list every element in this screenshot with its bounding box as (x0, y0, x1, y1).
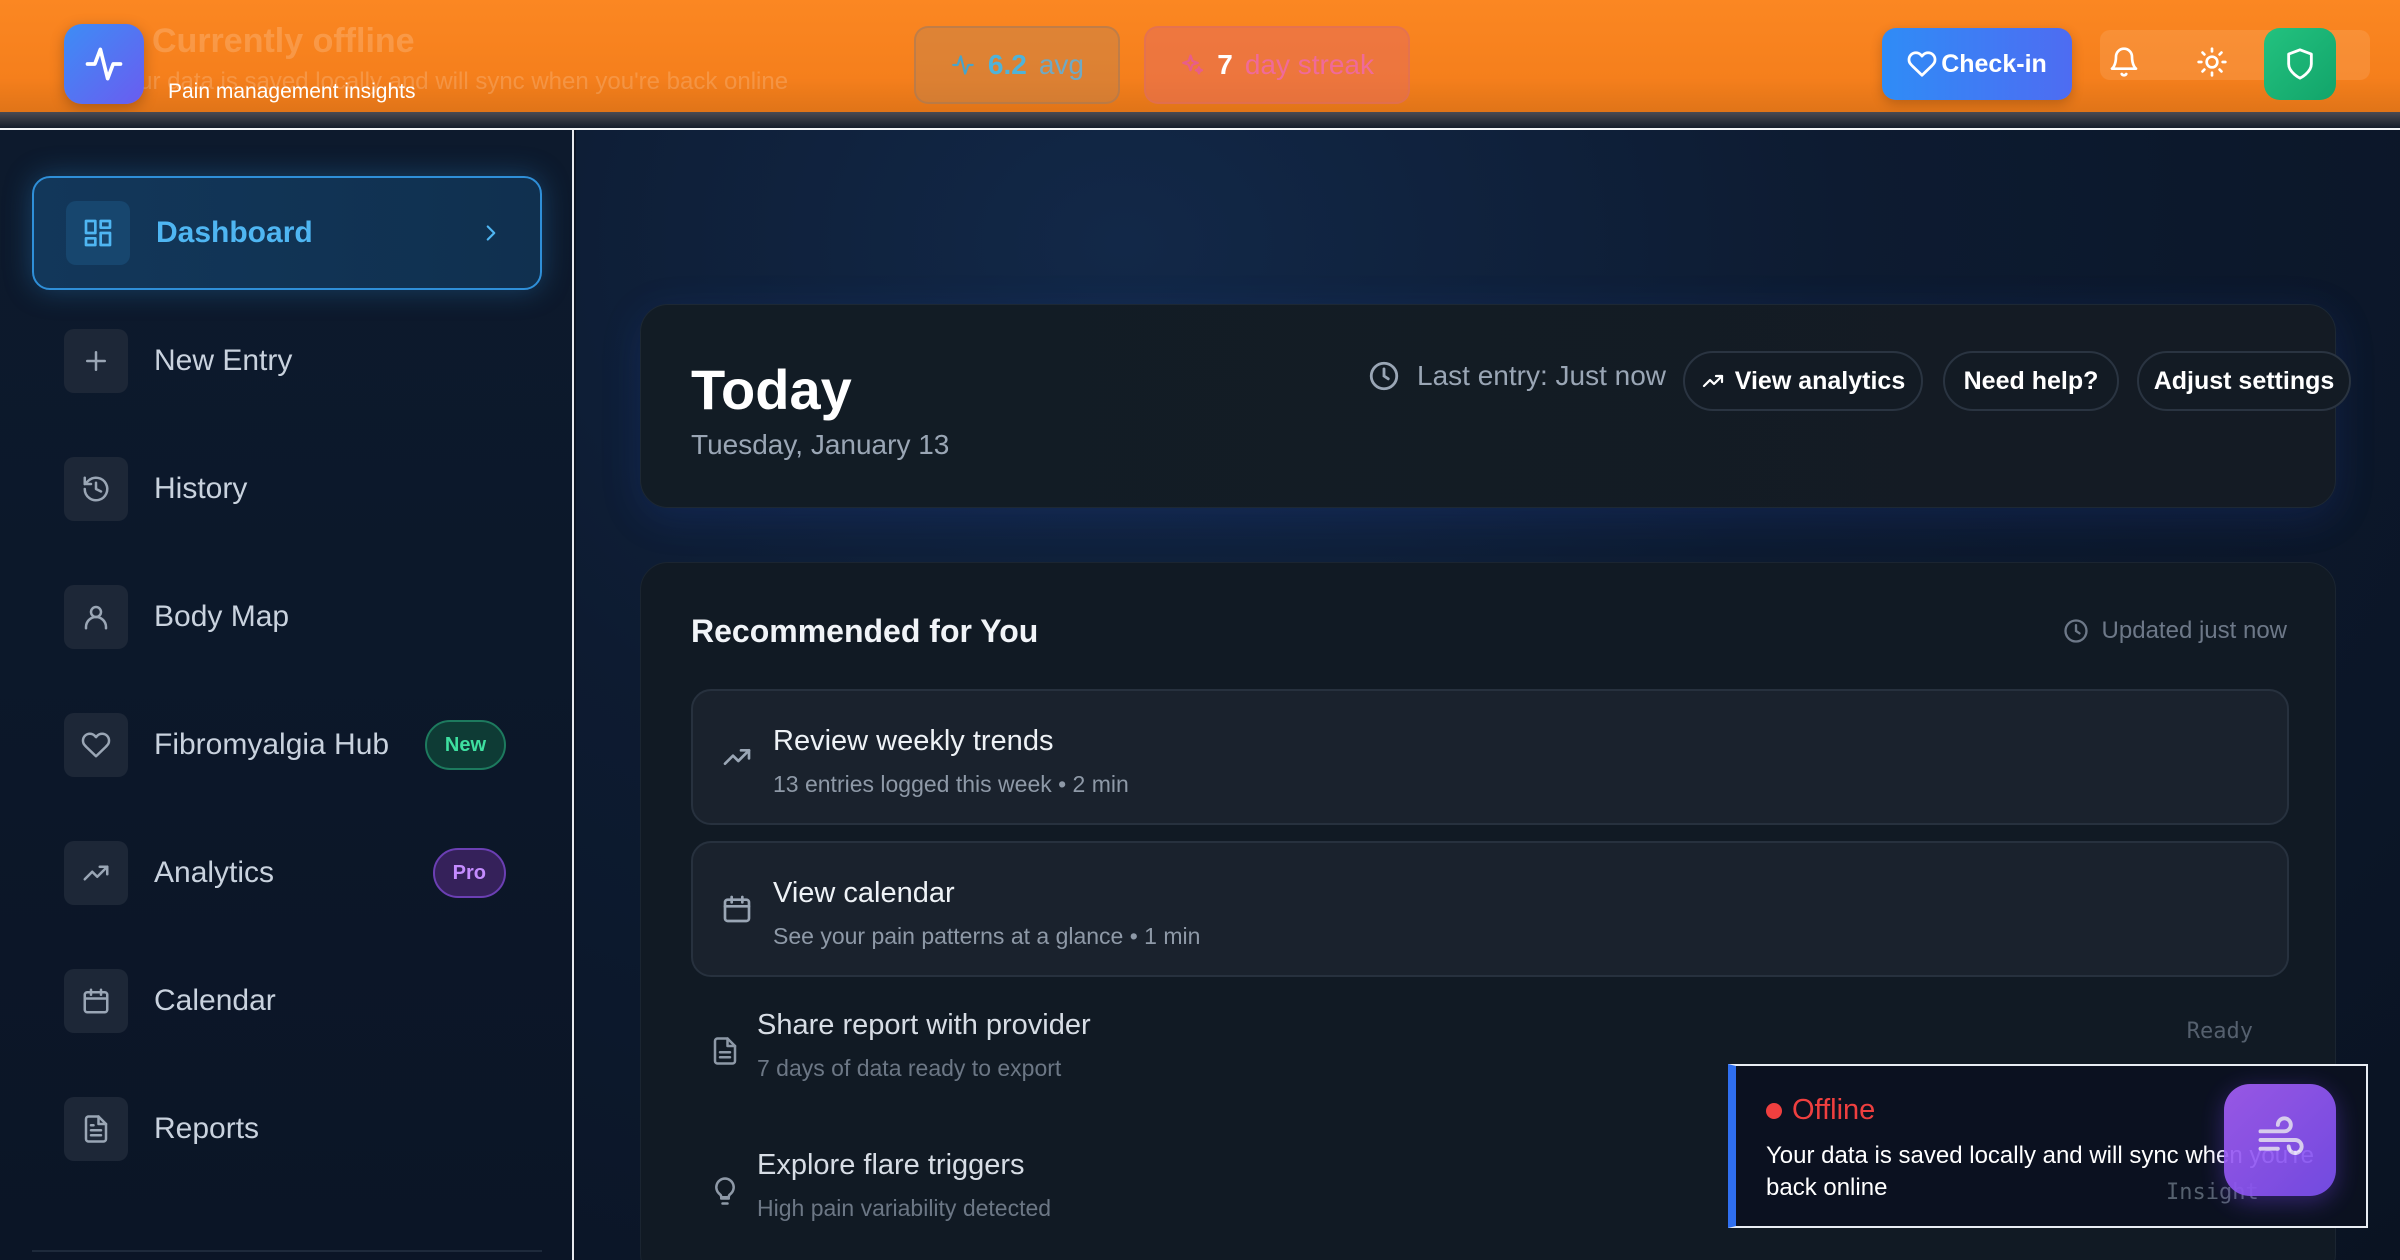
sidebar-item-body-map[interactable]: Body Map (32, 560, 542, 674)
today-date: Tuesday, January 13 (691, 429, 950, 460)
history-icon (83, 476, 109, 502)
clock-icon (1369, 361, 1399, 391)
side-icon-box (66, 201, 130, 265)
last-entry-text: Last entry: Just now (1417, 360, 1667, 391)
file-text-icon (84, 1115, 108, 1143)
app-header: Currently offline Your data is saved loc… (0, 0, 2400, 112)
ghost-banner-title: Currently offline (152, 22, 415, 60)
updated-text: Updated just now (2101, 617, 2287, 644)
sidebar-divider (32, 1250, 542, 1252)
side-icon-box (64, 841, 128, 905)
calendar-icon (83, 988, 109, 1014)
recommendation-title: Review weekly trends (773, 725, 1054, 757)
last-entry-status: Last entry: Just now (1367, 359, 1666, 393)
sidebar-item-label: Analytics (154, 856, 275, 889)
view-analytics-button[interactable]: View analytics (1683, 351, 1923, 411)
sidebar-item-label: Body Map (154, 600, 290, 633)
average-pain-stat[interactable]: 6.2 avg (914, 26, 1120, 104)
offline-dot-icon (1766, 1102, 1782, 1119)
lightbulb-icon (705, 1171, 745, 1211)
plus-icon (86, 351, 106, 371)
streak-stat[interactable]: 7 day streak (1144, 26, 1410, 104)
bell-icon (2110, 47, 2138, 77)
check-in-label: Check-in (1941, 49, 2047, 78)
recommendation-subtitle: See your pain patterns at a glance • 1 m… (773, 923, 1201, 949)
sidebar-item-label: Reports (154, 1112, 260, 1145)
trending-up-icon (1702, 374, 1723, 388)
notifications-button[interactable] (2106, 44, 2142, 80)
toast-title-text: Offline (1792, 1094, 1876, 1126)
today-card: Today Tuesday, January 13 Last entry: Ju… (640, 304, 2351, 508)
sidebar: Dashboard New Entry History Body Map Fib… (0, 130, 574, 1260)
heart-icon (81, 732, 111, 758)
sidebar-item-new-entry[interactable]: New Entry (32, 304, 542, 418)
side-icon-box (64, 457, 128, 521)
need-help-label: Need help? (1963, 366, 2099, 395)
privacy-shield-button[interactable] (2264, 28, 2336, 100)
heart-icon (1907, 51, 1937, 77)
average-label: avg (1038, 49, 1084, 80)
pro-badge: Pro (432, 848, 506, 898)
sidebar-item-history[interactable]: History (32, 432, 542, 546)
sidebar-item-fibromyalgia-hub[interactable]: Fibromyalgia Hub New (32, 688, 542, 802)
new-badge: New (424, 720, 506, 770)
average-value: 6.2 (987, 49, 1027, 80)
trending-up-icon (717, 737, 757, 777)
side-icon-box (64, 969, 128, 1033)
streak-value: 7 (1217, 49, 1233, 80)
recommendation-subtitle: 7 days of data ready to export (757, 1055, 1062, 1081)
page-title: Today (691, 358, 852, 421)
adjust-settings-label: Adjust settings (2153, 366, 2335, 395)
app-logo[interactable] (64, 24, 144, 104)
check-in-button[interactable]: Check-in (1882, 28, 2072, 100)
sidebar-item-label: New Entry (154, 344, 293, 377)
sidebar-item-label: Fibromyalgia Hub (154, 728, 390, 761)
sidebar-item-label: Dashboard (156, 216, 313, 249)
need-help-button[interactable]: Need help? (1943, 351, 2119, 411)
side-icon-box (64, 329, 128, 393)
recommended-title: Recommended for You (691, 613, 1039, 649)
breathing-exercise-button[interactable] (2224, 1084, 2336, 1196)
sidebar-item-analytics[interactable]: Analytics Pro (32, 816, 542, 930)
streak-label: day streak (1244, 49, 1374, 80)
sidebar-item-label: History (154, 472, 248, 505)
recommended-updated: Updated just now (2062, 617, 2287, 645)
file-text-icon (705, 1031, 745, 1071)
trending-up-icon (83, 865, 109, 881)
clock-icon (2063, 619, 2088, 643)
recommendation-title: Explore flare triggers (757, 1149, 1025, 1181)
recommendation-title: Share report with provider (757, 1009, 1091, 1041)
sidebar-item-reports[interactable]: Reports (32, 1072, 542, 1186)
recommendation-item-weekly-trends[interactable]: Review weekly trends 13 entries logged t… (691, 689, 2289, 825)
side-icon-box (64, 1097, 128, 1161)
activity-icon (952, 55, 974, 75)
sun-icon (2197, 47, 2227, 77)
sidebar-item-dashboard[interactable]: Dashboard (32, 176, 542, 290)
wind-icon (2258, 1116, 2304, 1155)
theme-toggle-button[interactable] (2194, 44, 2230, 80)
user-icon (84, 605, 108, 630)
calendar-icon (717, 889, 757, 929)
sidebar-item-calendar[interactable]: Calendar (32, 944, 542, 1058)
sparkles-icon (1182, 54, 1204, 75)
header-shadow (0, 112, 2400, 128)
dashboard-grid-icon (84, 219, 112, 247)
view-analytics-label: View analytics (1734, 366, 1906, 395)
side-icon-box (64, 585, 128, 649)
recommendation-item-view-calendar[interactable]: View calendar See your pain patterns at … (691, 841, 2289, 977)
adjust-settings-button[interactable]: Adjust settings (2137, 351, 2351, 411)
activity-icon (85, 47, 123, 81)
chevron-right-icon (478, 220, 504, 246)
shield-icon (2287, 48, 2313, 80)
toast-title: Offline (1766, 1094, 1875, 1127)
recommendation-status: Ready (2186, 1019, 2253, 1044)
recommendation-subtitle: 13 entries logged this week • 2 min (773, 771, 1129, 797)
sidebar-item-label: Calendar (154, 984, 276, 1017)
app-tagline: Pain management insights (168, 80, 416, 103)
recommendation-title: View calendar (773, 877, 955, 909)
recommendation-subtitle: High pain variability detected (757, 1195, 1052, 1221)
side-icon-box (64, 713, 128, 777)
